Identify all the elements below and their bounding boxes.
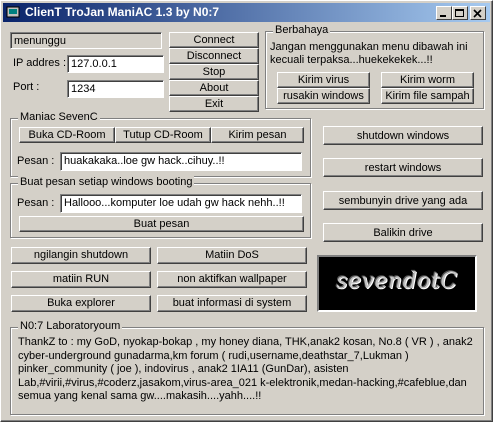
restart-windows-button[interactable]: restart windows bbox=[323, 158, 483, 177]
maximize-button[interactable] bbox=[452, 6, 468, 20]
maniac-title: Maniac SevenC bbox=[18, 111, 100, 123]
buka-cd-button[interactable]: Buka CD-Room bbox=[19, 127, 115, 143]
booting-group: Buat pesan setiap windows booting Pesan … bbox=[10, 176, 311, 238]
buat-pesan-button[interactable]: Buat pesan bbox=[19, 216, 304, 232]
pesan-label: Pesan : bbox=[17, 155, 55, 167]
sevendotc-logo: sevendotC bbox=[317, 255, 477, 312]
close-button[interactable] bbox=[470, 6, 486, 20]
booting-title: Buat pesan setiap windows booting bbox=[18, 176, 195, 188]
rusakin-windows-button[interactable]: rusakin windows bbox=[277, 88, 370, 104]
booting-pesan-input[interactable]: Hallooo...komputer loe udah gw hack nehh… bbox=[60, 194, 302, 213]
minimize-button[interactable] bbox=[436, 6, 452, 20]
close-icon bbox=[473, 9, 482, 18]
stop-button[interactable]: Stop bbox=[169, 64, 259, 80]
status-field: menunggu bbox=[10, 32, 162, 49]
kirim-pesan-button[interactable]: Kirim pesan bbox=[211, 127, 304, 143]
berbahaya-group: Berbahaya Jangan menggunakan menu dibawa… bbox=[265, 24, 484, 109]
kirim-worm-button[interactable]: Kirim worm bbox=[381, 72, 474, 88]
main-window: ClienT TroJan ManiAC 1.3 by N0:7 menungg… bbox=[0, 0, 493, 422]
disconnect-button[interactable]: Disconnect bbox=[169, 48, 259, 64]
berbahaya-title: Berbahaya bbox=[273, 24, 331, 36]
ip-address-input[interactable]: 127.0.0.1 bbox=[67, 55, 164, 73]
warning-text: Jangan menggunakan menu dibawah ini kecu… bbox=[270, 41, 468, 66]
matiin-run-button[interactable]: matiin RUN bbox=[11, 271, 151, 288]
ip-label: IP addres : bbox=[13, 57, 66, 69]
booting-pesan-label: Pesan : bbox=[17, 197, 55, 209]
exit-button[interactable]: Exit bbox=[169, 96, 259, 112]
shutdown-windows-button[interactable]: shutdown windows bbox=[323, 126, 483, 145]
lab-title: N0:7 Laboratoryoum bbox=[18, 320, 123, 332]
app-icon bbox=[6, 6, 20, 18]
lab-group: N0:7 Laboratoryoum ThankZ to : my GoD, n… bbox=[10, 320, 484, 415]
minimize-icon bbox=[440, 15, 446, 17]
logo-text: sevendotC bbox=[336, 269, 458, 294]
pesan-input[interactable]: huakakaka..loe gw hack..cihuy..!! bbox=[60, 152, 302, 171]
tutup-cd-button[interactable]: Tutup CD-Room bbox=[115, 127, 211, 143]
thanks-text: ThankZ to : my GoD, nyokap-bokap , my ho… bbox=[18, 336, 473, 402]
kirim-file-sampah-button[interactable]: Kirim file sampah bbox=[381, 88, 474, 104]
connect-button[interactable]: Connect bbox=[169, 32, 259, 48]
balikin-drive-button[interactable]: Balikin drive bbox=[323, 223, 483, 242]
non-aktifkan-wallpaper-button[interactable]: non aktifkan wallpaper bbox=[157, 271, 307, 288]
port-input[interactable]: 1234 bbox=[67, 80, 164, 98]
matiin-dos-button[interactable]: Matiin DoS bbox=[157, 247, 307, 264]
title-bar[interactable]: ClienT TroJan ManiAC 1.3 by N0:7 bbox=[3, 3, 490, 22]
buka-explorer-button[interactable]: Buka explorer bbox=[11, 295, 151, 312]
kirim-virus-button[interactable]: Kirim virus bbox=[277, 72, 370, 88]
maximize-icon bbox=[455, 9, 464, 17]
window-title: ClienT TroJan ManiAC 1.3 by N0:7 bbox=[25, 5, 220, 19]
sembunyin-drive-button[interactable]: sembunyin drive yang ada bbox=[323, 191, 483, 210]
about-button[interactable]: About bbox=[169, 80, 259, 96]
ngilangin-shutdown-button[interactable]: ngilangin shutdown bbox=[11, 247, 151, 264]
maniac-group: Maniac SevenC Buka CD-Room Tutup CD-Room… bbox=[10, 111, 311, 177]
port-label: Port : bbox=[13, 81, 40, 93]
buat-informasi-button[interactable]: buat informasi di system bbox=[157, 295, 307, 312]
